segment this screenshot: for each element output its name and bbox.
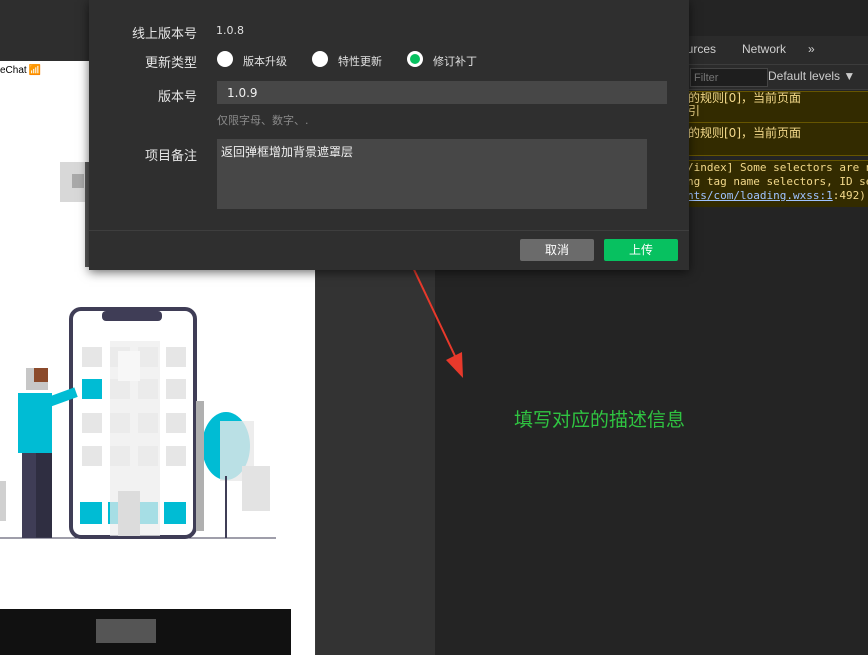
warning-text: ng tag name selectors, ID se <box>687 175 868 188</box>
version-label: 版本号 <box>157 90 197 105</box>
more-tabs-icon[interactable]: » <box>808 42 815 56</box>
console-warning: /index] Some selectors are n ng tag name… <box>680 160 868 207</box>
version-input[interactable] <box>217 81 667 104</box>
radio-circle-icon <box>312 51 328 67</box>
radio-label: 修订补丁 <box>433 55 477 68</box>
devtools-tabbar: ources Network » <box>680 36 868 65</box>
dialog-footer <box>89 230 689 271</box>
cancel-button[interactable]: 取消 <box>520 239 594 261</box>
log-levels-select[interactable]: Default levels ▼ <box>768 69 855 83</box>
pixelated-block <box>96 619 156 643</box>
radio-circle-icon <box>217 51 233 67</box>
console-toolbar: Default levels ▼ <box>680 65 868 90</box>
online-version-value: 1.0.8 <box>216 24 244 37</box>
radio-label: 版本升级 <box>243 55 287 68</box>
remark-textarea[interactable]: 返回弹框增加背景遮罩层 <box>217 139 647 209</box>
remark-label: 项目备注 <box>144 149 197 164</box>
warning-text: 的规则[0]，当前页面 <box>688 126 801 140</box>
console-warning: 的规则[0]，当前页面 引 <box>680 91 868 123</box>
tab-network[interactable]: Network <box>742 42 786 56</box>
update-type-label: 更新类型 <box>144 56 197 71</box>
source-link[interactable]: nts/com/loading.wxss:1 <box>687 189 833 202</box>
online-version-label: 线上版本号 <box>131 27 197 42</box>
annotation-text: 填写对应的描述信息 <box>514 409 686 431</box>
filter-input[interactable] <box>690 68 768 87</box>
warning-text: 的规则[0]，当前页面 <box>688 91 801 105</box>
warning-text: 引 <box>688 104 701 118</box>
upload-dialog: 线上版本号 1.0.8 更新类型 版本升级 特性更新 修订补丁 版本号 仅限字母… <box>89 0 689 270</box>
warning-text: /index] Some selectors are n <box>687 161 868 174</box>
simulator-bottom-bar <box>0 609 291 655</box>
console-warning: 的规则[0]，当前页面 <box>680 122 868 156</box>
warning-text: :492) <box>832 189 866 202</box>
upload-button[interactable]: 上传 <box>604 239 678 261</box>
radio-selected-icon <box>407 51 423 67</box>
version-hint: 仅限字母、数字、. <box>217 114 309 127</box>
radio-label: 特性更新 <box>338 55 382 68</box>
